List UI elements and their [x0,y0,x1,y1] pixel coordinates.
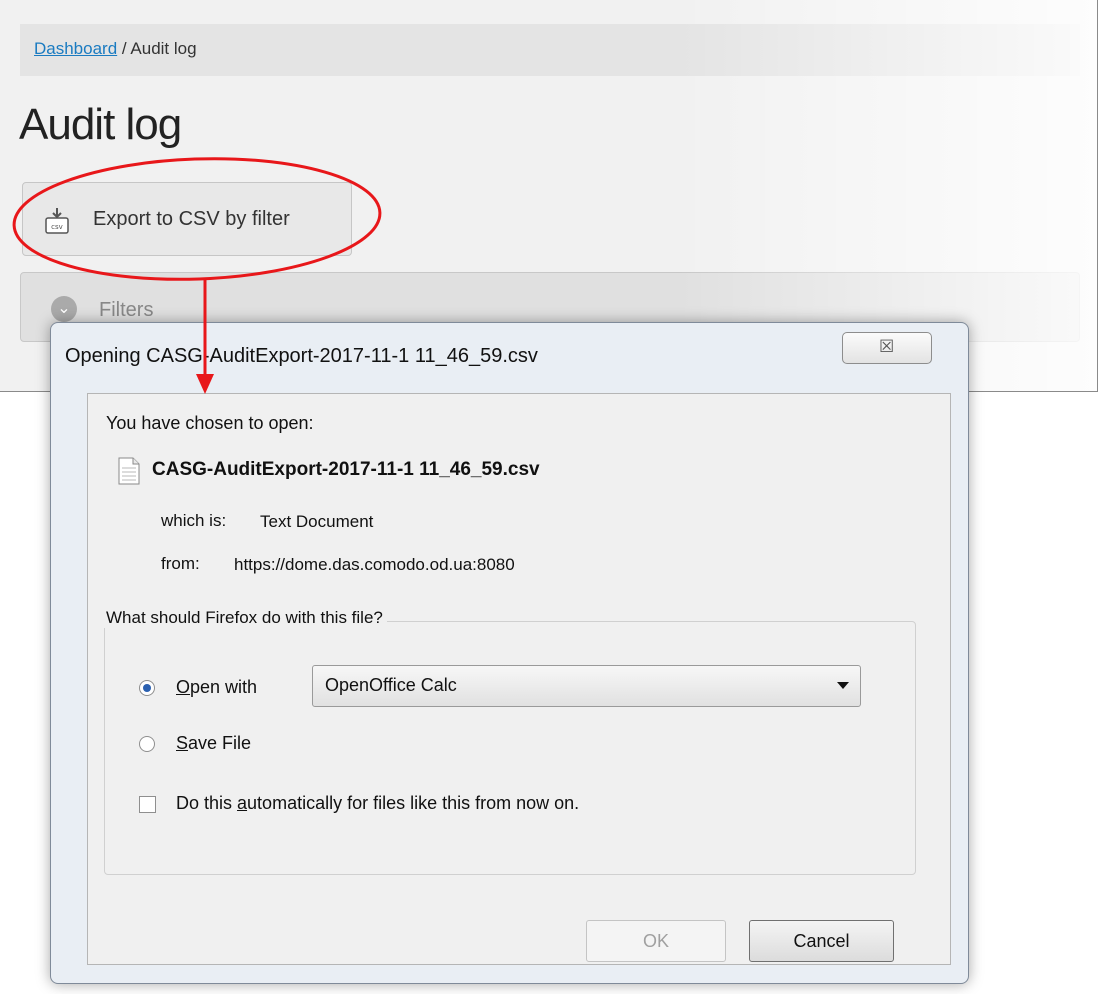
breadcrumb-current: Audit log [130,39,197,58]
export-csv-button[interactable]: csv Export to CSV by filter [22,182,352,256]
breadcrumb-bar: Dashboard / Audit log [20,24,1080,76]
filters-label: Filters [99,299,154,321]
file-type-value: Text Document [260,512,374,531]
csv-download-icon: csv [45,208,69,234]
breadcrumb: Dashboard / Audit log [34,39,197,59]
export-csv-label: Export to CSV by filter [93,208,290,230]
auto-action-checkbox[interactable] [139,796,156,813]
open-with-label[interactable]: Open with [176,677,257,698]
text-file-icon [118,457,140,485]
file-source-value: https://dome.das.comodo.od.ua:8080 [234,555,515,574]
open-file-dialog: Opening CASG-AuditExport-2017-11-1 11_46… [50,322,969,984]
auto-action-label[interactable]: Do this automatically for files like thi… [176,793,579,814]
radio-selected-dot [143,684,151,692]
chosen-text: You have chosen to open: [106,413,314,433]
open-with-radio[interactable] [139,680,155,696]
save-file-radio[interactable] [139,736,155,752]
breadcrumb-dashboard-link[interactable]: Dashboard [34,39,117,58]
close-icon: ☒ [879,337,895,356]
ok-button[interactable]: OK [586,920,726,962]
dialog-body: You have chosen to open: CASG-AuditExpor… [87,393,951,965]
application-select[interactable]: OpenOffice Calc [312,665,861,707]
breadcrumb-separator: / [117,39,131,58]
save-file-label[interactable]: Save File [176,733,251,754]
dialog-title: Opening CASG-AuditExport-2017-11-1 11_46… [65,345,538,367]
cancel-button[interactable]: Cancel [749,920,894,962]
page-title: Audit log [19,100,182,149]
file-action-question: What should Firefox do with this file? [102,608,387,628]
svg-text:csv: csv [51,223,63,231]
file-source-label: from: [161,554,200,573]
file-type-label: which is: [161,511,227,530]
dialog-close-button[interactable]: ☒ [842,332,932,364]
file-name: CASG-AuditExport-2017-11-1 11_46_59.csv [152,459,540,480]
application-select-value: OpenOffice Calc [325,675,457,695]
dropdown-arrow-icon [837,682,849,689]
chevron-down-icon: ⌄ [51,296,77,322]
